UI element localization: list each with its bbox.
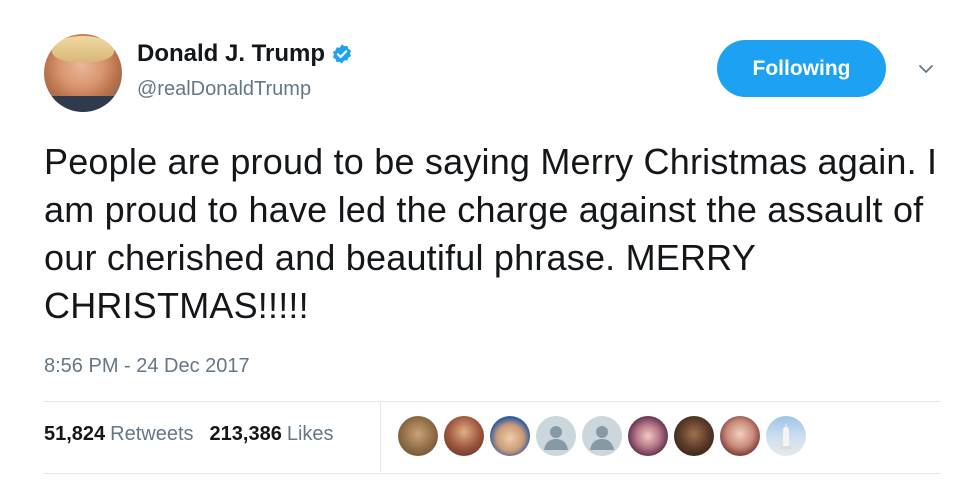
avatar-hair xyxy=(52,36,114,62)
likes-stat[interactable]: 213,386 Likes xyxy=(210,423,334,446)
retweets-count: 51,824 xyxy=(44,423,106,445)
default-avatar-icon[interactable] xyxy=(536,416,576,456)
profile-avatar[interactable] xyxy=(44,34,122,112)
liker-avatar[interactable] xyxy=(444,416,484,456)
default-avatar-icon[interactable] xyxy=(582,416,622,456)
liker-avatar[interactable] xyxy=(766,416,806,456)
likes-label: Likes xyxy=(286,423,334,445)
divider-top xyxy=(44,401,940,402)
liker-avatar[interactable] xyxy=(720,416,760,456)
display-name-text[interactable]: Donald J. Trump xyxy=(137,40,325,68)
user-handle[interactable]: @realDonaldTrump xyxy=(137,78,311,101)
following-button[interactable]: Following xyxy=(717,40,886,97)
liker-avatar[interactable] xyxy=(398,416,438,456)
chevron-down-icon[interactable] xyxy=(917,60,935,78)
tweet-stats: 51,824 Retweets 213,386 Likes xyxy=(44,423,334,446)
display-name[interactable]: Donald J. Trump xyxy=(137,40,353,68)
retweets-stat[interactable]: 51,824 Retweets xyxy=(44,423,194,446)
verified-badge-icon xyxy=(333,44,351,64)
liker-avatars xyxy=(398,416,806,456)
tweet-text: People are proud to be saying Merry Chri… xyxy=(44,141,938,326)
tweet-timestamp[interactable]: 8:56 PM - 24 Dec 2017 xyxy=(44,355,250,378)
retweets-label: Retweets xyxy=(110,423,194,445)
likes-count: 213,386 xyxy=(209,423,282,445)
liker-avatar[interactable] xyxy=(674,416,714,456)
stats-separator xyxy=(380,402,381,472)
liker-avatar[interactable] xyxy=(490,416,530,456)
avatar-suit xyxy=(44,96,122,112)
divider-bottom xyxy=(44,473,940,474)
liker-avatar[interactable] xyxy=(628,416,668,456)
